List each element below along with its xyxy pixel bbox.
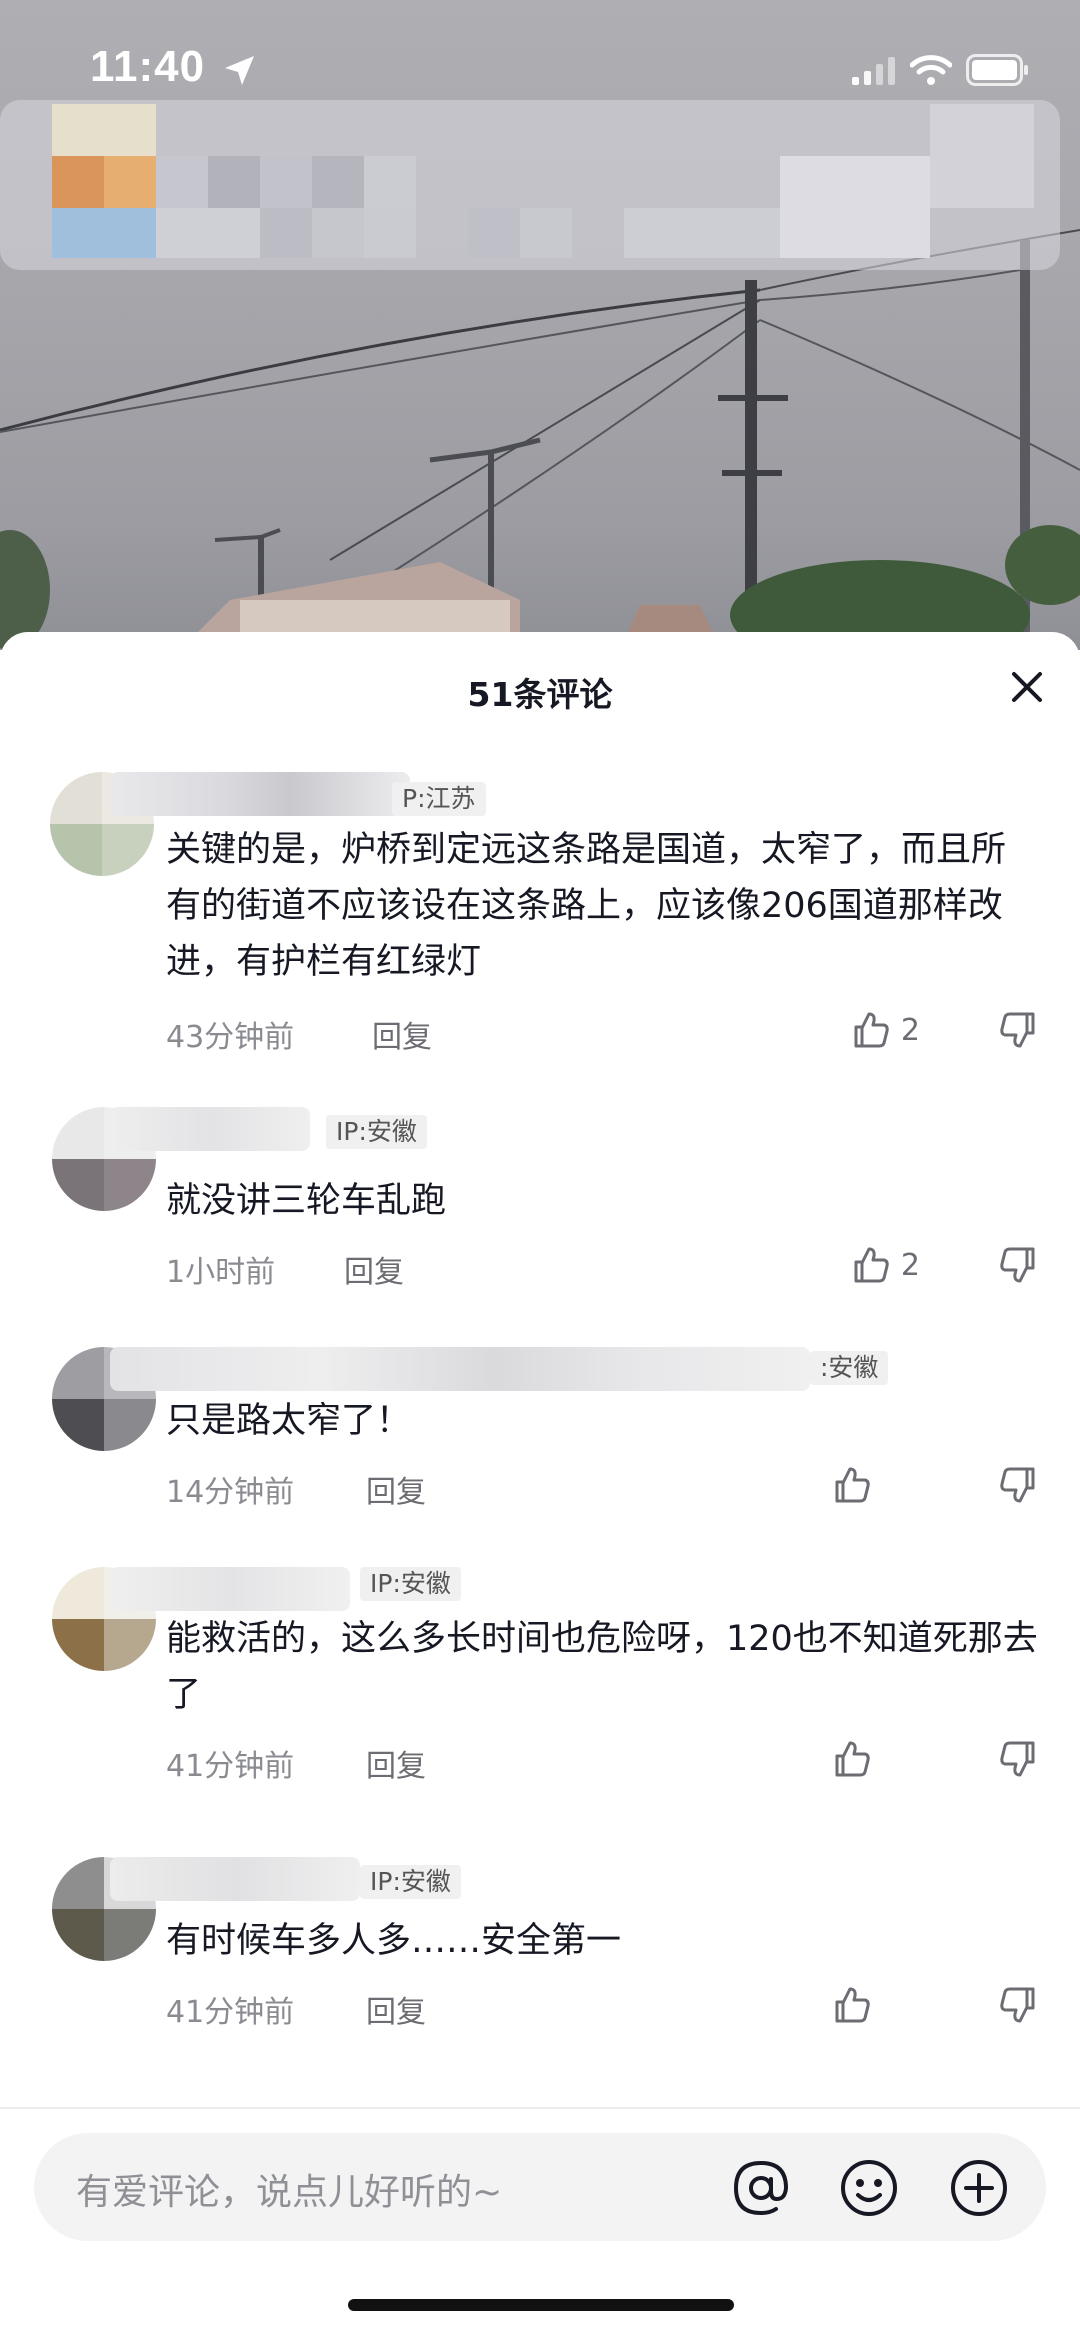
- thumbs-up-icon: [835, 1467, 870, 1503]
- reply-button[interactable]: 回复: [366, 1741, 426, 1785]
- username-blurred[interactable]: [110, 1107, 310, 1151]
- at-icon: [733, 2160, 789, 2216]
- like-button[interactable]: [832, 1739, 882, 1779]
- status-time: 11:40: [90, 42, 206, 91]
- add-button[interactable]: [948, 2157, 1010, 2219]
- comment-time: 1小时前: [166, 1255, 276, 1290]
- comment-time: 14分钟前: [166, 1475, 295, 1510]
- mention-button[interactable]: [730, 2157, 792, 2219]
- comment-text: 就没讲三轮车乱跑: [166, 1181, 447, 1221]
- thumbs-down-icon: [1000, 1012, 1035, 1048]
- ip-location-tag: IP:安徽: [326, 1115, 427, 1149]
- like-button[interactable]: 2: [851, 1010, 920, 1050]
- comment-item: :安徽 只是路太窄了！ 14分钟前 回复: [0, 1347, 1080, 1510]
- username-blurred[interactable]: [110, 1857, 360, 1901]
- like-button[interactable]: [832, 1985, 882, 2025]
- thumbs-down-icon: [1000, 1467, 1035, 1503]
- comment-item: IP:安徽 有时候车多人多……安全第一 41分钟前 回复: [0, 1857, 1080, 2030]
- status-bar: 11:40: [0, 0, 1080, 140]
- like-button[interactable]: [832, 1465, 882, 1505]
- like-count: 2: [900, 1247, 920, 1283]
- comment-text: 能救活的，这么多长时间也危险呀，120也不知道死那去了: [166, 1619, 1038, 1715]
- close-icon: [1012, 672, 1042, 702]
- emoji-icon: [841, 2160, 897, 2216]
- comment-input-placeholder[interactable]: 有爱评论，说点儿好听的~: [76, 2163, 502, 2215]
- reply-button[interactable]: 回复: [366, 1467, 426, 1511]
- ip-location-tag: P:江苏: [392, 782, 486, 816]
- dislike-button[interactable]: [998, 1245, 1038, 1289]
- username-blurred[interactable]: [110, 1567, 350, 1611]
- reply-button[interactable]: 回复: [372, 1012, 432, 1056]
- comment-count-title: 51条评论: [467, 675, 613, 714]
- comment-time: 43分钟前: [166, 1020, 295, 1055]
- username-blurred[interactable]: [110, 1347, 810, 1391]
- comment-item: IP:安徽 能救活的，这么多长时间也危险呀，120也不知道死那去了 41分钟前 …: [0, 1567, 1080, 1787]
- like-button[interactable]: 2: [851, 1245, 920, 1285]
- comment-text: 只是路太窄了！: [166, 1401, 412, 1441]
- thumbs-down-icon: [1000, 1987, 1035, 2023]
- home-indicator[interactable]: [348, 2299, 734, 2311]
- battery-icon: [966, 54, 1028, 86]
- comment-item: IP:安徽 就没讲三轮车乱跑 1小时前 回复 2: [0, 1107, 1080, 1290]
- emoji-button[interactable]: [838, 2157, 900, 2219]
- reply-button[interactable]: 回复: [366, 1987, 426, 2031]
- comment-text: 有时候车多人多……安全第一: [166, 1921, 622, 1961]
- dislike-button[interactable]: [998, 1985, 1038, 2029]
- comment-input-bar[interactable]: 有爱评论，说点儿好听的~: [34, 2133, 1046, 2241]
- ip-location-tag: IP:安徽: [360, 1865, 461, 1899]
- thumbs-down-icon: [1000, 1247, 1035, 1283]
- input-divider: [0, 2107, 1080, 2109]
- dislike-button[interactable]: [998, 1465, 1038, 1509]
- thumbs-down-icon: [1000, 1741, 1035, 1777]
- like-count: 2: [900, 1012, 920, 1048]
- comment-sheet: 51条评论 P:江苏 关键的是，炉桥到定远这条路是国道，太窄了，而且所有的街道不…: [0, 632, 1080, 2337]
- close-button[interactable]: [1002, 662, 1052, 712]
- ip-location-tag: IP:安徽: [360, 1567, 461, 1601]
- wifi-icon: [910, 55, 952, 85]
- ip-location-tag: :安徽: [810, 1351, 889, 1385]
- comment-item: P:江苏 关键的是，炉桥到定远这条路是国道，太窄了，而且所有的街道不应该设在这条…: [0, 772, 1080, 1055]
- username-blurred[interactable]: [110, 772, 410, 816]
- thumbs-up-icon: [854, 1012, 889, 1048]
- comment-time: 41分钟前: [166, 1749, 295, 1784]
- signal-icon: [852, 57, 895, 85]
- dislike-button[interactable]: [998, 1739, 1038, 1783]
- location-arrow-icon: [225, 56, 254, 85]
- thumbs-up-icon: [835, 1987, 870, 2023]
- comment-time: 41分钟前: [166, 1995, 295, 2030]
- thumbs-up-icon: [854, 1247, 889, 1283]
- comment-text: 关键的是，炉桥到定远这条路是国道，太窄了，而且所有的街道不应该设在这条路上，应该…: [166, 830, 1007, 982]
- reply-button[interactable]: 回复: [344, 1247, 404, 1291]
- plus-circle-icon: [951, 2160, 1007, 2216]
- thumbs-up-icon: [835, 1741, 870, 1777]
- dislike-button[interactable]: [998, 1010, 1038, 1054]
